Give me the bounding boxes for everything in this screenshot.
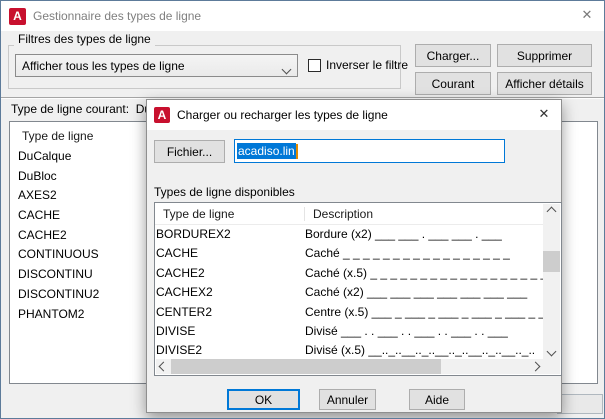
column-header-linetype[interactable]: Type de ligne	[163, 207, 234, 221]
cell-linetype-description: Divisé (x.5) __.._..__.._..__.._..__.._.…	[305, 341, 543, 359]
linetype-manager-window: A Gestionnaire des types de ligne ✕ Filt…	[0, 0, 605, 419]
autocad-logo-icon: A	[9, 8, 26, 25]
invert-filter-checkbox[interactable]	[308, 59, 321, 72]
vertical-scroll-thumb[interactable]	[543, 251, 560, 272]
help-button[interactable]: Aide	[409, 389, 465, 410]
table-row[interactable]: CACHE2Caché (x.5) _ _ _ _ _ _ _ _ _ _ _ …	[155, 264, 543, 283]
scroll-right-icon[interactable]	[528, 359, 543, 374]
current-linetype-caption: Type de ligne courant:	[11, 102, 129, 116]
cell-linetype-description: Caché _ _ _ _ _ _ _ _ _ _ _ _ _ _ _ _ _	[305, 244, 543, 263]
delete-button[interactable]: Supprimer	[497, 44, 592, 67]
load-titlebar: A Charger ou recharger les types de lign…	[147, 100, 561, 130]
cell-linetype-description: Caché (x.5) _ _ _ _ _ _ _ _ _ _ _ _ _ _ …	[305, 264, 543, 283]
table-row[interactable]: CACHECaché _ _ _ _ _ _ _ _ _ _ _ _ _ _ _…	[155, 244, 543, 263]
file-name-selected-text: acadiso.lin	[237, 143, 296, 159]
cell-linetype-name: CACHE2	[156, 264, 304, 283]
table-row[interactable]: DIVISE2Divisé (x.5) __.._..__.._..__.._.…	[155, 341, 543, 359]
vertical-scrollbar[interactable]	[543, 204, 560, 359]
invert-filter-label: Inverser le filtre	[326, 58, 408, 72]
column-header-description[interactable]: Description	[304, 207, 373, 221]
table-header: Type de ligne Description	[155, 203, 543, 225]
cell-linetype-description: Centre (x.5) ___ _ ___ _ ___ _ ___ _ ___…	[305, 303, 543, 322]
file-name-input[interactable]: acadiso.lin	[234, 139, 505, 163]
cancel-button[interactable]: Annuler	[319, 389, 376, 410]
horizontal-scrollbar[interactable]	[156, 359, 543, 374]
text-caret	[296, 144, 298, 159]
obscured-button-fragment[interactable]	[557, 394, 603, 414]
cell-linetype-name: DIVISE	[156, 322, 304, 341]
horizontal-scroll-thumb[interactable]	[171, 359, 441, 374]
main-titlebar: A Gestionnaire des types de ligne	[1, 1, 604, 31]
cell-linetype-name: CENTER2	[156, 303, 304, 322]
table-rows: BORDUREX2Bordure (x2) ___ ___ . ___ ___ …	[155, 225, 543, 359]
ok-button[interactable]: OK	[227, 389, 300, 410]
show-details-button[interactable]: Afficher détails	[497, 72, 592, 95]
available-linetypes-label: Types de ligne disponibles	[154, 185, 295, 199]
autocad-logo-icon: A	[154, 107, 170, 123]
filter-dropdown[interactable]: Afficher tous les types de ligne	[15, 54, 298, 77]
cell-linetype-name: BORDUREX2	[156, 225, 304, 244]
table-row[interactable]: BORDUREX2Bordure (x2) ___ ___ . ___ ___ …	[155, 225, 543, 244]
filter-dropdown-value: Afficher tous les types de ligne	[22, 59, 185, 73]
scroll-down-icon[interactable]	[543, 344, 560, 359]
main-close-icon[interactable]: ✕	[570, 1, 604, 29]
cell-linetype-name: DIVISE2	[156, 341, 304, 359]
table-row[interactable]: CACHEX2Caché (x2) ___ ___ ___ ___ ___ __…	[155, 283, 543, 302]
cell-linetype-description: Bordure (x2) ___ ___ . ___ ___ . ___	[305, 225, 543, 244]
cell-linetype-name: CACHEX2	[156, 283, 304, 302]
load-close-icon[interactable]: ✕	[527, 100, 561, 128]
scroll-left-icon[interactable]	[156, 359, 171, 374]
scroll-up-icon[interactable]	[543, 204, 560, 219]
available-linetypes-table: Type de ligne Description BORDUREX2Bordu…	[154, 202, 562, 376]
table-row[interactable]: CENTER2Centre (x.5) ___ _ ___ _ ___ _ __…	[155, 303, 543, 322]
cell-linetype-name: CACHE	[156, 244, 304, 263]
scrollbar-corner	[543, 359, 560, 374]
load-linetypes-dialog: A Charger ou recharger les types de lign…	[146, 99, 562, 413]
table-row[interactable]: DIVISEDivisé ___ . . ___ . . ___ . . ___…	[155, 322, 543, 341]
cell-linetype-description: Caché (x2) ___ ___ ___ ___ ___ ___ ___	[305, 283, 543, 302]
chevron-down-icon	[283, 62, 290, 76]
load-button[interactable]: Charger...	[415, 44, 491, 67]
current-button[interactable]: Courant	[415, 72, 491, 95]
main-dialog-title: Gestionnaire des types de ligne	[33, 9, 201, 23]
file-button[interactable]: Fichier...	[154, 140, 225, 163]
load-dialog-title: Charger ou recharger les types de ligne	[177, 108, 388, 122]
filters-group-label: Filtres des types de ligne	[14, 32, 155, 46]
cell-linetype-description: Divisé ___ . . ___ . . ___ . . ___ . . _…	[305, 322, 543, 341]
